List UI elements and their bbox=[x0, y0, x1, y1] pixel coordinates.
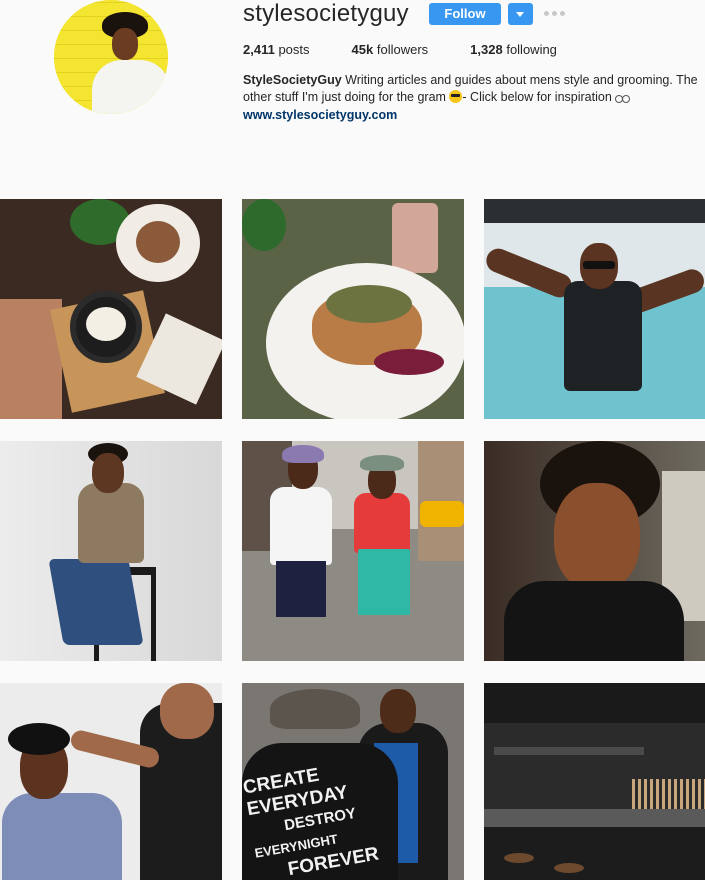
follow-button[interactable]: Follow bbox=[429, 3, 501, 25]
more-options-icon[interactable] bbox=[544, 11, 566, 17]
chevron-down-icon bbox=[516, 12, 524, 17]
glasses-icon bbox=[615, 93, 631, 103]
post-tile-sailing[interactable] bbox=[484, 199, 705, 419]
profile-stats: 2,411 posts 45k followers 1,328 followin… bbox=[243, 42, 599, 57]
profile-bio: StyleSocietyGuy Writing articles and gui… bbox=[243, 72, 705, 124]
bio-website-link[interactable]: www.stylesocietyguy.com bbox=[243, 107, 705, 124]
post-tile-kitchen[interactable] bbox=[484, 683, 705, 880]
post-tile-man-on-stool[interactable] bbox=[0, 441, 222, 661]
post-tile-leather-jacket[interactable]: CREATE EVERYDAY DESTROY EVERYNIGHT FOREV… bbox=[242, 683, 464, 880]
post-tile-street-couple[interactable] bbox=[242, 441, 464, 661]
followers-stat[interactable]: 45k followers bbox=[352, 42, 429, 57]
post-tile-pancake-plate[interactable] bbox=[242, 199, 464, 419]
bio-name: StyleSocietyGuy bbox=[243, 73, 342, 87]
following-stat[interactable]: 1,328 following bbox=[470, 42, 557, 57]
post-tile-barber[interactable] bbox=[0, 683, 222, 880]
profile-username: stylesocietyguy bbox=[243, 0, 409, 27]
suggestions-dropdown-button[interactable] bbox=[508, 3, 533, 25]
posts-stat: 2,411 posts bbox=[243, 42, 310, 57]
jacket-writing: CREATE EVERYDAY DESTROY EVERYNIGHT FOREV… bbox=[242, 764, 381, 880]
sunglasses-face-icon bbox=[449, 90, 463, 103]
bio-text-after: - Click below for inspiration bbox=[462, 90, 616, 104]
post-tile-portrait[interactable] bbox=[484, 441, 705, 661]
post-tile-food-flatlay[interactable] bbox=[0, 199, 222, 419]
profile-avatar[interactable] bbox=[54, 0, 168, 114]
